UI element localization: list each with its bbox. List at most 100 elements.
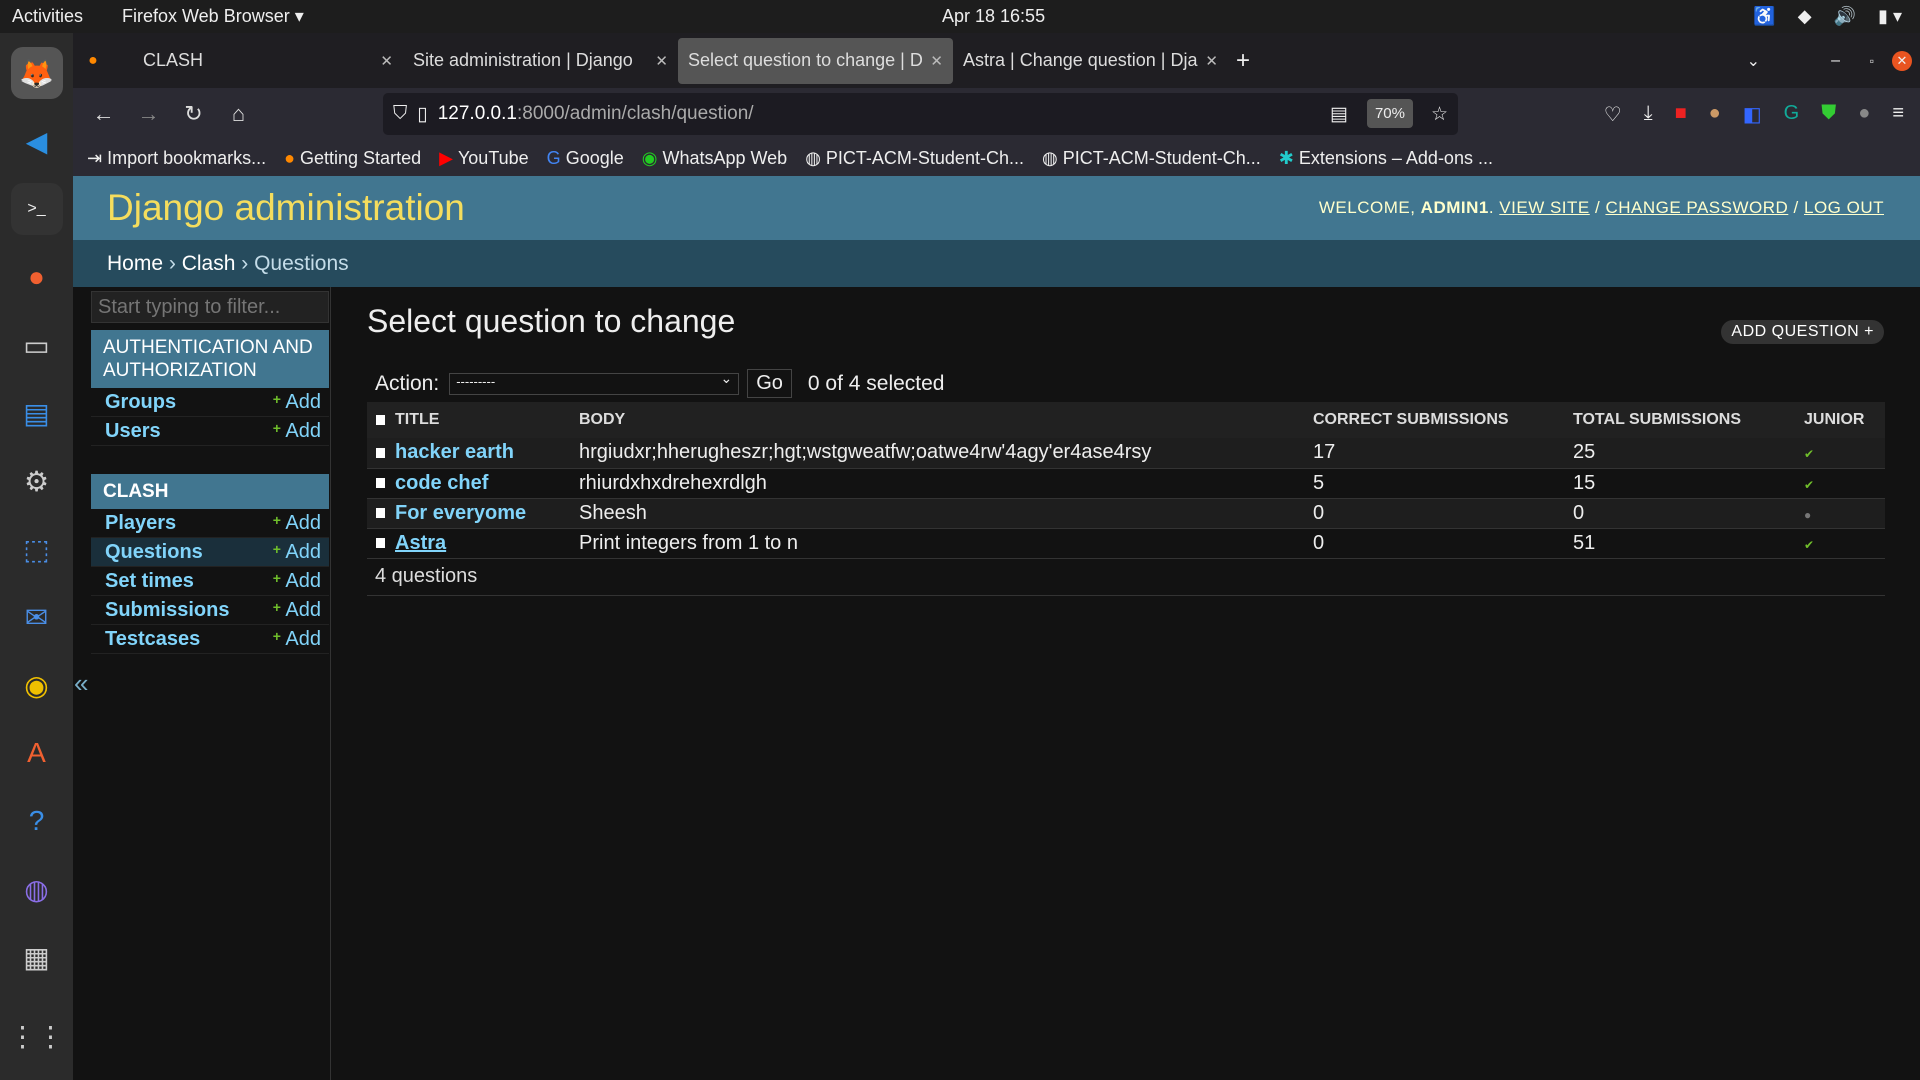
- bookmark-item[interactable]: G Google: [547, 148, 624, 169]
- software-icon[interactable]: A: [11, 727, 63, 779]
- new-tab-icon[interactable]: +: [1236, 47, 1250, 75]
- log-out-link[interactable]: LOG OUT: [1804, 198, 1884, 217]
- bookmark-item[interactable]: ▶ YouTube: [439, 148, 529, 169]
- vscode-icon[interactable]: ◀: [11, 115, 63, 167]
- page-icon: ▯: [417, 103, 428, 125]
- terminal-icon[interactable]: >_: [10, 183, 63, 235]
- screenshot-icon[interactable]: ⬚: [11, 523, 63, 575]
- extension-icon[interactable]: ■: [1675, 102, 1687, 127]
- extension-shield-icon[interactable]: ⛊: [1821, 102, 1836, 127]
- close-icon[interactable]: ✕: [1205, 52, 1218, 70]
- add-link[interactable]: + Add: [273, 599, 321, 622]
- correct-cell: 5: [1313, 468, 1573, 499]
- bookmark-item[interactable]: ◍ PICT-ACM-Student-Ch...: [805, 148, 1024, 169]
- column-total[interactable]: TOTAL SUBMISSIONS: [1573, 402, 1804, 438]
- tab-astra[interactable]: Astra | Change question | Dja ✕: [953, 38, 1228, 84]
- change-password-link[interactable]: CHANGE PASSWORD: [1605, 198, 1788, 217]
- menu-icon[interactable]: ≡: [1892, 102, 1904, 127]
- bookmark-item[interactable]: ● Getting Started: [284, 148, 421, 169]
- forward-icon[interactable]: →: [126, 101, 171, 127]
- question-link[interactable]: Astra: [395, 532, 446, 554]
- back-icon[interactable]: ←: [81, 101, 126, 127]
- breadcrumb-clash[interactable]: Clash: [182, 252, 236, 276]
- row-checkbox[interactable]: [376, 538, 385, 549]
- sidebar-item-users: Users + Add: [91, 417, 329, 446]
- question-link[interactable]: code chef: [395, 472, 488, 494]
- browser-icon[interactable]: ◍: [11, 863, 63, 915]
- rhythmbox-icon[interactable]: ◉: [11, 659, 63, 711]
- shield-icon[interactable]: ⛉: [393, 103, 407, 125]
- reload-icon[interactable]: ↻: [171, 101, 216, 127]
- accessibility-icon[interactable]: ♿: [1753, 6, 1775, 27]
- bookmark-item[interactable]: ⇥ Import bookmarks...: [87, 148, 266, 169]
- sidebar-filter-input[interactable]: [91, 291, 329, 323]
- column-title[interactable]: TITLE: [395, 411, 439, 428]
- sidebar-item-set-times: Set times + Add: [91, 567, 329, 596]
- extension-icon[interactable]: ◧: [1743, 102, 1762, 127]
- add-link[interactable]: + Add: [273, 628, 321, 651]
- clipboard-icon[interactable]: ▦: [11, 931, 63, 983]
- restore-icon[interactable]: ▫: [1870, 54, 1874, 68]
- question-link[interactable]: For everyome: [395, 502, 526, 524]
- battery-icon[interactable]: ▮ ▾: [1878, 6, 1902, 27]
- close-icon[interactable]: ✕: [380, 52, 393, 70]
- extension-icon[interactable]: ●: [1858, 102, 1870, 127]
- grammarly-icon[interactable]: G: [1784, 102, 1800, 127]
- add-question-button[interactable]: ADD QUESTION +: [1721, 320, 1884, 344]
- tab-clash[interactable]: CLASH ✕: [133, 38, 403, 84]
- breadcrumb-home[interactable]: Home: [107, 252, 163, 276]
- column-body[interactable]: BODY: [579, 402, 1313, 438]
- reader-view-icon[interactable]: ▤: [1330, 103, 1348, 126]
- add-link[interactable]: + Add: [273, 541, 321, 564]
- activities-button[interactable]: Activities: [12, 6, 83, 27]
- row-checkbox[interactable]: [376, 508, 385, 519]
- zoom-level[interactable]: 70%: [1366, 99, 1413, 128]
- clock[interactable]: Apr 18 16:55: [942, 6, 1045, 27]
- list-tabs-icon[interactable]: ⌄: [1747, 51, 1760, 71]
- add-link[interactable]: + Add: [273, 391, 321, 414]
- url-bar[interactable]: ⛉ ▯ 127.0.0.1:8000/admin/clash/question/…: [383, 93, 1458, 135]
- close-icon[interactable]: ✕: [930, 52, 943, 70]
- firefox-icon[interactable]: 🦊: [10, 47, 63, 99]
- bookmark-item[interactable]: ◉ WhatsApp Web: [642, 148, 787, 169]
- writer-icon[interactable]: ▤: [11, 387, 63, 439]
- go-button[interactable]: Go: [747, 369, 792, 398]
- tab-site-admin[interactable]: Site administration | Django ✕: [403, 38, 678, 84]
- close-icon[interactable]: ✕: [655, 52, 668, 70]
- files-icon[interactable]: ▭: [11, 319, 63, 371]
- bookmark-item[interactable]: ◍ PICT-ACM-Student-Ch...: [1042, 148, 1261, 169]
- app-grid-icon[interactable]: ⋮⋮: [9, 1010, 65, 1062]
- column-junior[interactable]: JUNIOR: [1804, 402, 1885, 438]
- module-caption[interactable]: AUTHENTICATION AND AUTHORIZATION: [91, 330, 329, 388]
- download-icon[interactable]: ⤓: [1644, 102, 1653, 127]
- wifi-icon[interactable]: ◆: [1798, 6, 1812, 27]
- column-correct[interactable]: CORRECT SUBMISSIONS: [1313, 402, 1573, 438]
- view-site-link[interactable]: VIEW SITE: [1499, 198, 1589, 217]
- close-window-icon[interactable]: ✕: [1892, 50, 1912, 71]
- select-all-checkbox[interactable]: [376, 414, 385, 425]
- settings-icon[interactable]: ⚙: [11, 455, 63, 507]
- app-menu[interactable]: Firefox Web Browser ▾: [122, 6, 304, 27]
- pen-app-icon[interactable]: ●: [11, 251, 63, 303]
- row-checkbox[interactable]: [376, 478, 385, 489]
- minimize-icon[interactable]: –: [1831, 52, 1840, 70]
- bookmark-star-icon[interactable]: ☆: [1431, 103, 1448, 126]
- module-caption[interactable]: CLASH: [91, 474, 329, 509]
- home-icon[interactable]: ⌂: [216, 101, 261, 127]
- bookmark-item[interactable]: ✱ Extensions – Add-ons ...: [1279, 148, 1493, 169]
- add-link[interactable]: + Add: [273, 512, 321, 535]
- pocket-icon[interactable]: ♡: [1604, 102, 1622, 127]
- action-select[interactable]: ---------: [449, 370, 740, 395]
- row-checkbox[interactable]: [376, 447, 385, 458]
- system-tray[interactable]: ♿ ◆ 🔊 ▮ ▾: [1753, 6, 1902, 27]
- tab-select-question[interactable]: Select question to change | D ✕: [678, 37, 953, 84]
- volume-icon[interactable]: 🔊: [1834, 6, 1856, 27]
- add-link[interactable]: + Add: [273, 420, 321, 443]
- question-link[interactable]: hacker earth: [395, 441, 514, 463]
- thunderbird-icon[interactable]: ✉: [11, 591, 63, 643]
- help-icon[interactable]: ?: [11, 795, 63, 847]
- firefox-view-icon[interactable]: ●: [73, 52, 113, 70]
- add-link[interactable]: + Add: [273, 570, 321, 593]
- extension-icon[interactable]: ●: [1709, 102, 1721, 127]
- site-title[interactable]: Django administration: [107, 187, 465, 229]
